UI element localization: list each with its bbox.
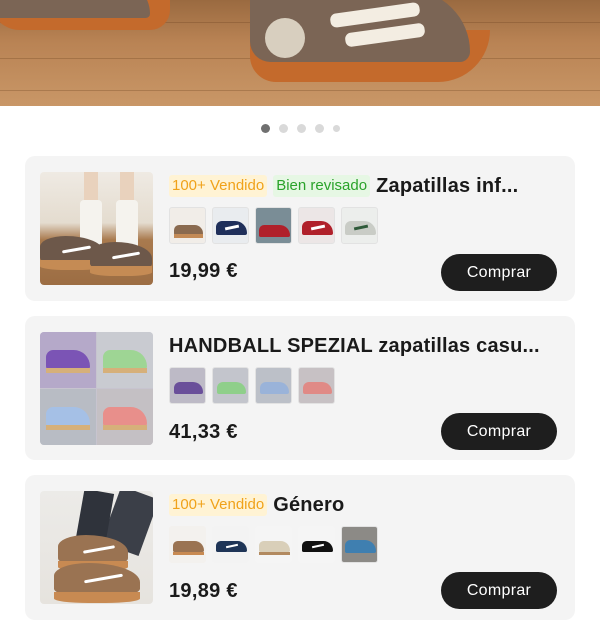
product-price: 19,99 €	[169, 260, 238, 282]
variant-swatches	[169, 207, 561, 244]
carousel-dot[interactable]	[278, 124, 288, 133]
carousel-dot[interactable]	[260, 124, 270, 133]
carousel-dot[interactable]	[332, 125, 340, 132]
variant-swatch[interactable]	[169, 207, 206, 244]
variant-swatch[interactable]	[298, 526, 335, 563]
variant-swatch[interactable]	[169, 526, 206, 563]
variant-swatch[interactable]	[212, 207, 249, 244]
product-thumbnail[interactable]	[40, 491, 153, 604]
variant-swatch[interactable]	[255, 367, 292, 404]
variant-swatch[interactable]	[341, 207, 378, 244]
variant-swatch[interactable]	[341, 526, 378, 563]
variant-swatch[interactable]	[255, 207, 292, 244]
variant-swatch[interactable]	[255, 526, 292, 563]
buy-button[interactable]: Comprar	[441, 413, 557, 450]
product-title[interactable]: HANDBALL SPEZIAL zapatillas casu...	[169, 335, 540, 358]
product-card[interactable]: HANDBALL SPEZIAL zapatillas casu... 41,3…	[25, 316, 575, 460]
product-card[interactable]: 100+ Vendido Género 19,89 € Comprar	[25, 475, 575, 620]
buy-button[interactable]: Comprar	[441, 254, 557, 291]
product-card[interactable]: 100+ Vendido Bien revisado Zapatillas in…	[25, 156, 575, 301]
sold-count-badge: 100+ Vendido	[169, 175, 268, 197]
shoe-upper	[0, 0, 150, 18]
variant-swatch[interactable]	[169, 367, 206, 404]
variant-swatch[interactable]	[212, 367, 249, 404]
well-reviewed-badge: Bien revisado	[273, 175, 371, 197]
hero-banner-image[interactable]	[0, 0, 600, 106]
product-title[interactable]: Zapatillas inf...	[376, 175, 518, 198]
carousel-dot[interactable]	[296, 124, 306, 133]
carousel-dots	[0, 124, 600, 133]
carousel-dot[interactable]	[314, 124, 324, 133]
variant-swatch[interactable]	[298, 207, 335, 244]
floor-plank	[0, 90, 600, 91]
product-title[interactable]: Género	[273, 494, 344, 517]
sold-count-badge: 100+ Vendido	[169, 494, 268, 516]
variant-swatch[interactable]	[298, 367, 335, 404]
product-thumbnail[interactable]	[40, 332, 153, 445]
variant-swatches	[169, 526, 561, 563]
shoe-heel-tab	[265, 18, 305, 58]
product-thumbnail[interactable]	[40, 172, 153, 285]
buy-button[interactable]: Comprar	[441, 572, 557, 609]
product-price: 41,33 €	[169, 421, 238, 443]
variant-swatches	[169, 367, 561, 404]
variant-swatch[interactable]	[212, 526, 249, 563]
